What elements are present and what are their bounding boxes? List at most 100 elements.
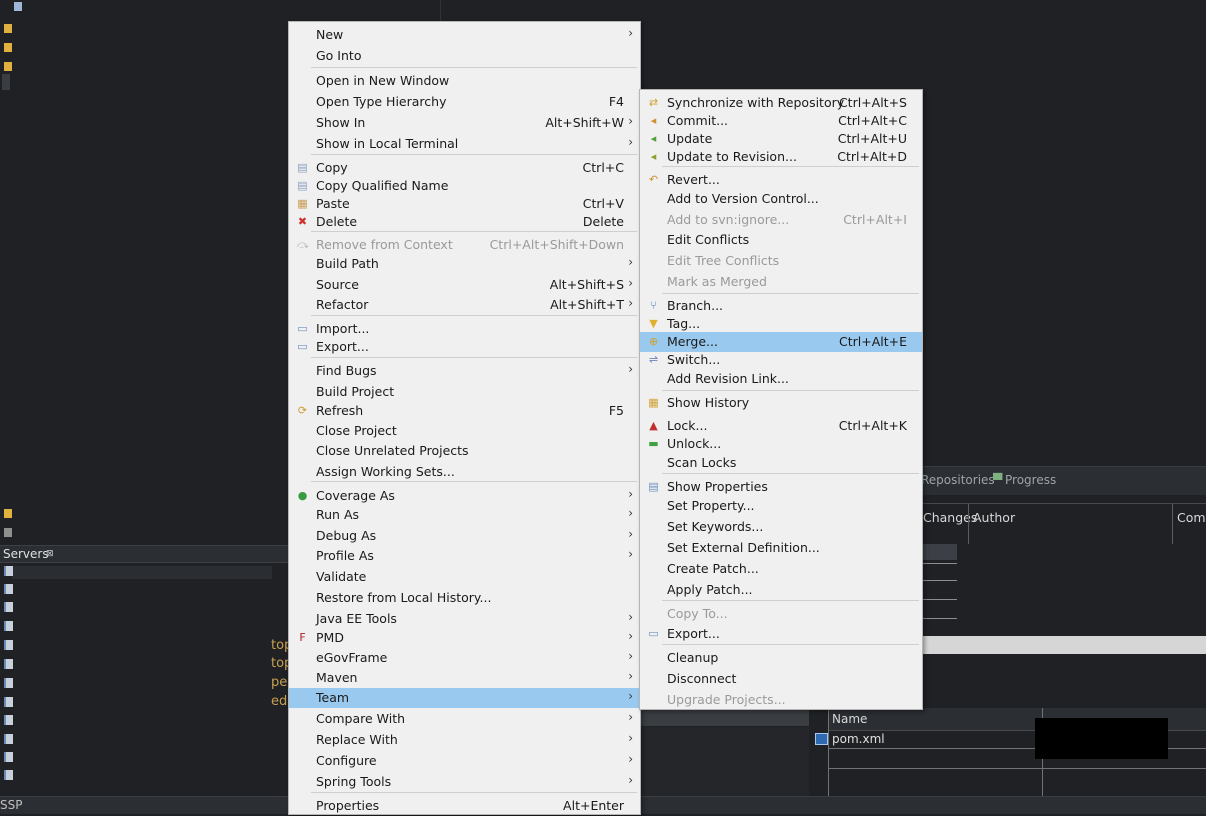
- context-menu-item-remove-from-context[interactable]: ⤼ Remove from Context Ctrl+Alt+Shift+Down: [289, 235, 640, 255]
- remove-context-icon: ⤼: [297, 238, 309, 251]
- folder-icon[interactable]: [4, 62, 12, 71]
- team-menu-item-add-to-version-control[interactable]: Add to Version Control...: [640, 189, 922, 209]
- team-menu-item-merge[interactable]: ⊕ Merge... Ctrl+Alt+E: [640, 332, 922, 352]
- chevron-right-icon: ›: [628, 669, 633, 683]
- team-menu-item-create-patch[interactable]: Create Patch...: [640, 559, 922, 579]
- context-menu-item-go-into[interactable]: Go Into: [289, 46, 640, 66]
- team-menu-item-branch[interactable]: ⑂ Branch...: [640, 296, 922, 316]
- context-menu-item-coverage-as[interactable]: ● Coverage As ›: [289, 486, 640, 506]
- context-menu-item-close-unrelated-projects[interactable]: Close Unrelated Projects: [289, 441, 640, 461]
- context-menu-item-new[interactable]: New ›: [289, 25, 640, 45]
- context-menu-item-open-in-new-window[interactable]: Open in New Window: [289, 71, 640, 91]
- context-menu-item-team[interactable]: Team ›: [289, 688, 640, 708]
- context-menu-item-find-bugs[interactable]: Find Bugs ›: [289, 361, 640, 381]
- context-menu-item-build-project[interactable]: Build Project: [289, 382, 640, 402]
- tree-node-icon[interactable]: [14, 2, 22, 11]
- context-menu-item-copy[interactable]: ▤ Copy Ctrl+C: [289, 158, 640, 178]
- team-menu-item-add-to-svn-ignore[interactable]: Add to svn:ignore... Ctrl+Alt+I: [640, 210, 922, 230]
- folder-icon[interactable]: [4, 43, 12, 52]
- context-menu-item-maven[interactable]: Maven ›: [289, 668, 640, 688]
- team-menu-item-set-property[interactable]: Set Property...: [640, 496, 922, 516]
- team-menu-item-lock[interactable]: ▲ Lock... Ctrl+Alt+K: [640, 416, 922, 436]
- context-menu-item-build-path[interactable]: Build Path ›: [289, 254, 640, 274]
- context-menu-item-assign-working-sets[interactable]: Assign Working Sets...: [289, 462, 640, 482]
- team-menu-item-update-to-revision[interactable]: ◂ Update to Revision... Ctrl+Alt+D: [640, 147, 922, 167]
- context-menu-item-profile-as[interactable]: Profile As ›: [289, 546, 640, 566]
- team-menu-item-label: Apply Patch...: [667, 582, 753, 597]
- team-menu-item-set-keywords[interactable]: Set Keywords...: [640, 517, 922, 537]
- team-menu-item-add-revision-link[interactable]: Add Revision Link...: [640, 369, 922, 389]
- tree-selection: [2, 74, 10, 90]
- context-menu-item-compare-with[interactable]: Compare With ›: [289, 709, 640, 729]
- team-menu-item-label: Mark as Merged: [667, 274, 767, 289]
- team-menu-item-show-history[interactable]: ▦ Show History: [640, 393, 922, 413]
- context-menu: New › Go Into Open in New Window Open Type H…: [288, 21, 641, 815]
- server-row-selected[interactable]: [12, 566, 272, 579]
- team-menu-item-show-properties[interactable]: ▤ Show Properties: [640, 477, 922, 497]
- team-menu-item-edit-conflicts[interactable]: Edit Conflicts: [640, 230, 922, 250]
- team-menu-item-label: Cleanup: [667, 650, 719, 665]
- context-menu-item-delete[interactable]: ✖ Delete Delete: [289, 212, 640, 232]
- team-menu-item-apply-patch[interactable]: Apply Patch...: [640, 580, 922, 600]
- team-menu-item-copy-to[interactable]: Copy To...: [640, 604, 922, 624]
- team-menu-item-update[interactable]: ◂ Update Ctrl+Alt+U: [640, 129, 922, 149]
- context-menu-item-show-in[interactable]: Show In Alt+Shift+W ›: [289, 113, 640, 133]
- context-menu-item-import[interactable]: ▭ Import...: [289, 319, 640, 339]
- team-menu-item-set-external-definition[interactable]: Set External Definition...: [640, 538, 922, 558]
- team-menu-item-disconnect[interactable]: Disconnect: [640, 669, 922, 689]
- team-menu-item-edit-tree-conflicts[interactable]: Edit Tree Conflicts: [640, 251, 922, 271]
- servers-view-tab[interactable]: Servers ⊠: [0, 545, 290, 563]
- context-menu-item-debug-as[interactable]: Debug As ›: [289, 526, 640, 546]
- context-menu-item-refactor[interactable]: Refactor Alt+Shift+T ›: [289, 295, 640, 315]
- column-divider: [1172, 504, 1173, 544]
- context-menu-item-paste[interactable]: ▦ Paste Ctrl+V: [289, 194, 640, 214]
- team-menu-item-tag[interactable]: ▼ Tag...: [640, 314, 922, 334]
- chevron-right-icon: ›: [628, 773, 633, 787]
- history-table-body[interactable]: [921, 544, 1206, 636]
- team-menu-item-revert[interactable]: ↶ Revert...: [640, 170, 922, 190]
- close-icon[interactable]: ⊠: [46, 546, 54, 562]
- context-menu-item-pmd[interactable]: F PMD ›: [289, 628, 640, 648]
- context-menu-item-copy-qualified-name[interactable]: ▤ Copy Qualified Name: [289, 176, 640, 196]
- context-menu-item-egovframe[interactable]: eGovFrame ›: [289, 648, 640, 668]
- column-changes[interactable]: Changes: [923, 510, 977, 525]
- context-menu-item-source[interactable]: Source Alt+Shift+S ›: [289, 275, 640, 295]
- team-menu-item-label: Merge...: [667, 334, 718, 349]
- team-menu-item-unlock[interactable]: ▬ Unlock...: [640, 434, 922, 454]
- context-menu-item-run-as[interactable]: Run As ›: [289, 505, 640, 525]
- history-scrollbar[interactable]: [921, 636, 1206, 654]
- tab-progress[interactable]: Progress: [1005, 473, 1056, 487]
- folder-icon[interactable]: [4, 509, 12, 518]
- context-menu-item-close-project[interactable]: Close Project: [289, 421, 640, 441]
- team-menu-item-synchronize-with-repository[interactable]: ⇄ Synchronize with Repository Ctrl+Alt+S: [640, 93, 922, 113]
- context-menu-item-open-type-hierarchy[interactable]: Open Type Hierarchy F4: [289, 92, 640, 112]
- context-menu-item-restore-from-local-history[interactable]: Restore from Local History...: [289, 588, 640, 608]
- team-menu-item-export[interactable]: ▭ Export...: [640, 624, 922, 644]
- tab-repositories[interactable]: Repositories: [921, 473, 995, 487]
- team-menu-item-switch[interactable]: ⇌ Switch...: [640, 350, 922, 370]
- team-menu-item-accelerator: Ctrl+Alt+D: [837, 149, 907, 164]
- context-menu-item-properties[interactable]: Properties Alt+Enter: [289, 796, 640, 816]
- chevron-right-icon: ›: [628, 255, 633, 269]
- context-menu-item-show-in-local-terminal[interactable]: Show in Local Terminal ›: [289, 134, 640, 154]
- column-comment[interactable]: Comm: [1177, 510, 1206, 525]
- column-name[interactable]: Name: [832, 712, 867, 726]
- context-menu-item-java-ee-tools[interactable]: Java EE Tools ›: [289, 609, 640, 629]
- context-menu-item-configure[interactable]: Configure ›: [289, 751, 640, 771]
- team-menu-item-scan-locks[interactable]: Scan Locks: [640, 453, 922, 473]
- team-menu-item-commit[interactable]: ◂ Commit... Ctrl+Alt+C: [640, 111, 922, 131]
- server-icon: [4, 678, 13, 688]
- context-menu-item-refresh[interactable]: ⟳ Refresh F5: [289, 401, 640, 421]
- team-menu-item-cleanup[interactable]: Cleanup: [640, 648, 922, 668]
- context-menu-item-spring-tools[interactable]: Spring Tools ›: [289, 772, 640, 792]
- team-menu-item-upgrade-projects[interactable]: Upgrade Projects...: [640, 690, 922, 710]
- context-menu-item-export[interactable]: ▭ Export...: [289, 337, 640, 357]
- folder-icon[interactable]: [4, 528, 12, 537]
- context-menu-item-replace-with[interactable]: Replace With ›: [289, 730, 640, 750]
- history-row-selected[interactable]: [921, 544, 957, 560]
- menu-separator: [311, 67, 637, 68]
- folder-icon[interactable]: [4, 24, 12, 33]
- context-menu-item-validate[interactable]: Validate: [289, 567, 640, 587]
- team-menu-item-mark-as-merged[interactable]: Mark as Merged: [640, 272, 922, 292]
- column-author[interactable]: Author: [973, 510, 1015, 525]
